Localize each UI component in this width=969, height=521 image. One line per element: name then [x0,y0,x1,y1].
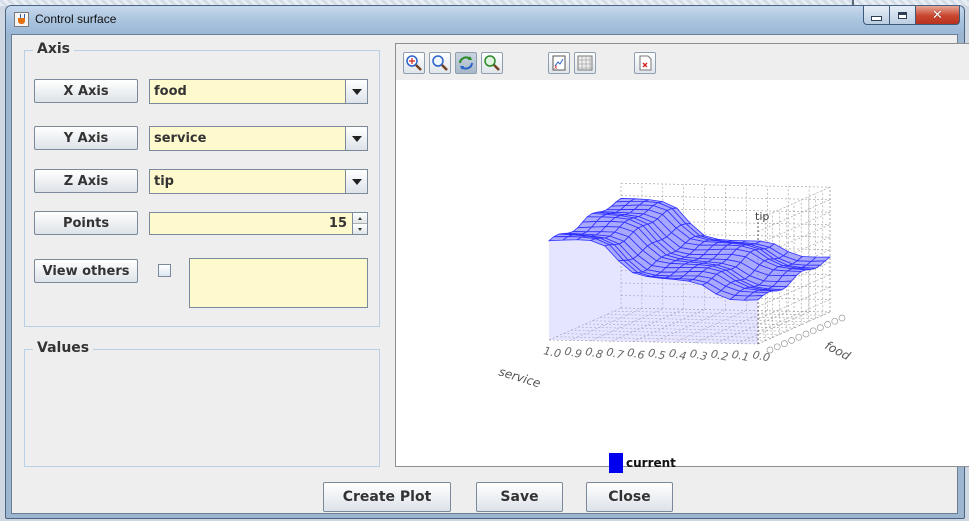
export-button[interactable]: x [548,52,570,74]
z-axis-dropdown-button[interactable] [345,170,367,193]
spin-up-button[interactable] [353,213,367,224]
chevron-down-icon [351,88,362,95]
surface-plot[interactable]: 1.0 0.9 0.8 0.7 0.6 0.5 0.4 0.3 0.2 0.1 0.0 tip fo… [396,80,969,466]
close-plot-icon [639,55,652,71]
view-others-button[interactable]: View others [34,259,138,283]
service-tick-label: 0.6 [626,346,646,362]
z-axis-value: tip [154,174,174,189]
service-tick-label: 0.9 [563,345,583,361]
service-tick-label: 1.0 [542,344,562,360]
surface-mesh [547,198,832,344]
zoom-fit-button[interactable] [403,52,425,74]
title-bar[interactable]: Control surface ✕ [6,6,964,34]
x-axis-select[interactable]: food [149,79,368,104]
food-tick-mark [817,324,824,331]
rotate-button[interactable] [455,52,477,74]
y-axis-label: service [497,364,542,390]
zoom-button[interactable] [429,52,451,74]
view-others-textarea[interactable] [189,258,368,308]
close-icon: ✕ [932,7,943,23]
food-tick-mark [802,330,810,338]
close-button[interactable]: Close [586,482,673,512]
y-axis-select[interactable]: service [149,126,368,151]
points-button[interactable]: Points [34,211,138,235]
view-others-checkbox[interactable] [158,264,171,277]
export-icon: x [552,55,566,71]
chevron-down-icon [351,178,362,185]
food-tick-mark [781,340,788,347]
window-controls: ✕ [863,6,960,26]
minimize-button[interactable] [863,6,890,25]
close-plot-button[interactable] [634,52,656,74]
food-tick-mark [773,343,781,351]
plot-toolbar: x [396,44,969,80]
zoom-fit-icon [406,55,422,71]
control-surface-window: Control surface ✕ Axis X Axis food Y Axi… [5,5,969,519]
x-axis-label: food [823,338,853,363]
z-axis-select[interactable]: tip [149,169,368,194]
maximize-icon [898,11,907,19]
z-axis-button[interactable]: Z Axis [34,169,138,193]
chevron-down-icon [351,135,362,142]
y-axis-value: service [154,131,207,146]
points-value: 15 [328,216,347,231]
chevron-up-icon [358,216,362,220]
service-tick-label: 0.0 [751,348,771,364]
rotate-icon [459,56,473,70]
food-tick-mark [795,333,803,341]
x-axis-dropdown-button[interactable] [345,80,367,103]
food-tick-mark [838,314,846,322]
grid-button[interactable] [574,52,596,74]
maximize-button[interactable] [890,6,916,25]
points-spin-buttons [352,213,367,234]
grid-icon [577,55,593,71]
service-tick-label: 0.2 [710,347,730,363]
food-tick-mark [809,327,817,335]
service-tick-label: 0.7 [605,345,625,361]
service-tick-label: 0.3 [689,347,709,363]
z-axis-label: tip [755,210,769,223]
service-tick-label: 0.4 [668,347,688,363]
zoom-icon [432,55,448,71]
close-window-button[interactable]: ✕ [916,6,960,25]
food-tick-mark [831,317,839,325]
reset-view-button[interactable] [481,52,503,74]
values-group-title: Values [33,340,94,356]
chevron-down-icon [358,227,362,231]
spin-down-button[interactable] [353,224,367,234]
axis-group-title: Axis [33,41,74,57]
save-button[interactable]: Save [476,482,563,512]
service-tick-label: 0.1 [730,348,750,364]
java-app-icon [14,12,29,27]
grid-line [620,182,831,188]
x-axis-value: food [154,84,187,99]
minimize-icon [871,15,882,21]
legend-swatch [609,453,623,473]
points-spinner[interactable]: 15 [149,212,368,235]
plot-panel: x 1.0 0.9 0.8 0.7 0.6 0.5 0.4 0.3 0.2 0.1 0.0 tip … [395,43,969,473]
create-plot-button[interactable]: Create Plot [323,482,451,512]
x-axis-button[interactable]: X Axis [34,79,138,103]
y-axis-button[interactable]: Y Axis [34,126,138,150]
food-tick-mark [824,321,831,328]
service-tick-label: 0.5 [647,346,667,362]
service-tick-label: 0.8 [584,345,604,361]
values-group: Values [24,340,380,467]
legend-label: current [626,456,676,470]
y-axis-dropdown-button[interactable] [345,127,367,150]
food-tick-mark [788,337,795,344]
client-area: Axis X Axis food Y Axis service Z Axis t… [11,34,969,514]
reset-view-icon [484,55,500,71]
window-title: Control surface [35,12,117,26]
svg-text:x: x [554,64,558,71]
